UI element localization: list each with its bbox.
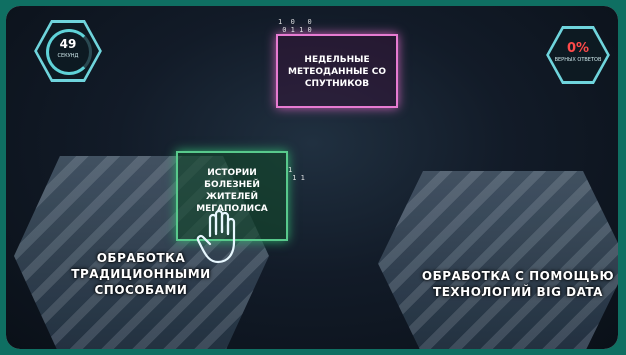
zone-bigdata-dropzone[interactable] [378,171,618,349]
timer-value: 49 [59,37,77,51]
data-card-satellite-text: Недельные метеоданные со спутников [288,55,386,89]
hand-cursor-icon [196,209,236,264]
score-value: 0% [566,41,590,56]
binary-bits-top: 1 0 0 0 1 1 0 [278,18,312,34]
data-card-satellite[interactable]: Недельные метеоданные со спутников [276,34,398,108]
binary-bits-mid: 1 1 1 [288,166,305,182]
game-frame: Обработка традиционными способами Обрабо… [6,6,618,349]
timer-ring-icon [46,29,92,75]
score-label: верных ответов [554,57,602,63]
timer-label: секунд [57,53,79,59]
zone-bigdata-label: Обработка с помощью технологий Big Data [421,269,615,299]
